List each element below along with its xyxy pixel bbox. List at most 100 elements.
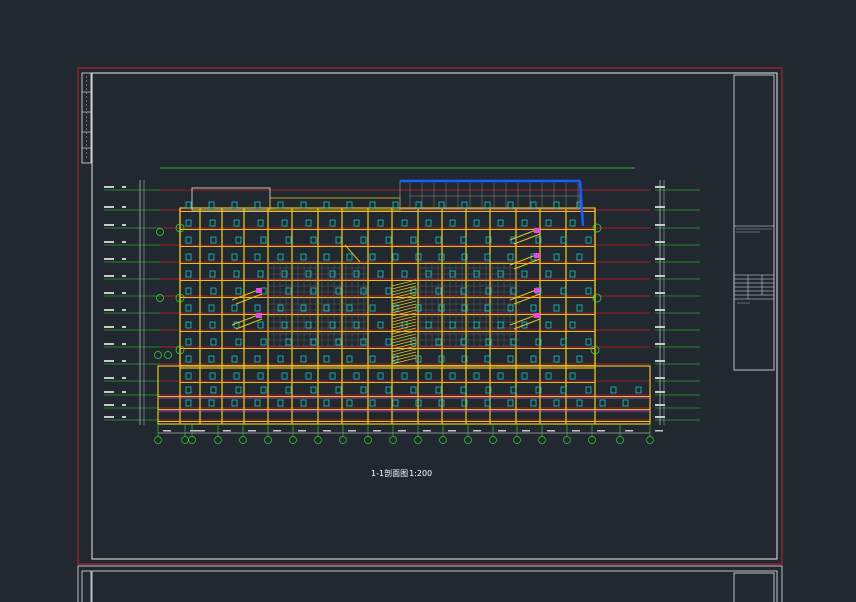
axis-bubble	[538, 436, 546, 444]
window	[185, 372, 192, 380]
window	[392, 399, 399, 407]
window	[560, 236, 567, 244]
window	[507, 253, 514, 261]
window	[435, 236, 442, 244]
grid-bubble	[156, 228, 164, 236]
stair-landing	[534, 288, 540, 293]
window	[235, 338, 242, 346]
window	[254, 201, 261, 209]
cad-viewport[interactable]: 1-1剖面图1:200	[0, 0, 856, 602]
axis-bubble	[464, 436, 472, 444]
axis-bubble	[264, 436, 272, 444]
stair-core	[391, 300, 417, 308]
stair-flight	[513, 293, 541, 305]
dimension-value	[398, 430, 406, 432]
window	[585, 338, 592, 346]
window	[277, 253, 284, 261]
window	[484, 355, 491, 363]
window	[277, 201, 284, 209]
level-label	[657, 186, 662, 188]
axis-bubble	[439, 436, 447, 444]
window	[305, 321, 312, 329]
window	[208, 355, 215, 363]
dimension-value	[323, 430, 331, 432]
level-label	[104, 343, 114, 345]
window	[233, 270, 240, 278]
dimension-value	[572, 430, 580, 432]
stair-core	[391, 306, 417, 314]
window	[599, 399, 606, 407]
window	[377, 270, 384, 278]
level-label	[104, 224, 114, 226]
window	[635, 386, 642, 394]
window	[401, 219, 408, 227]
building-section	[104, 167, 700, 444]
axis-bubble	[489, 436, 497, 444]
window	[569, 219, 576, 227]
window	[346, 253, 353, 261]
window	[460, 386, 467, 394]
window	[231, 201, 238, 209]
window	[530, 355, 537, 363]
dimension-value	[248, 430, 256, 432]
axis-bubble	[513, 436, 521, 444]
level-label	[122, 224, 126, 226]
window	[185, 219, 192, 227]
window	[435, 386, 442, 394]
window	[235, 236, 242, 244]
stair-core	[391, 321, 417, 329]
window	[329, 219, 336, 227]
window	[208, 399, 215, 407]
window	[377, 219, 384, 227]
window	[530, 304, 537, 312]
dimension-value	[348, 430, 356, 432]
level-label	[104, 258, 114, 260]
level-label	[122, 416, 126, 418]
level-label	[657, 206, 662, 208]
window	[576, 304, 583, 312]
dimension-value	[423, 430, 431, 432]
stair-core	[391, 348, 417, 356]
window	[560, 338, 567, 346]
axis-bubble	[214, 436, 222, 444]
window	[369, 304, 376, 312]
level-label	[104, 292, 114, 294]
level-label	[104, 404, 114, 406]
stair-core	[391, 297, 417, 305]
level-label	[104, 206, 114, 208]
window	[353, 372, 360, 380]
stair-flight	[509, 229, 537, 241]
window	[300, 253, 307, 261]
window	[545, 270, 552, 278]
level-label	[657, 224, 662, 226]
level-label	[104, 360, 114, 362]
axis-bubble	[289, 436, 297, 444]
level-label	[657, 360, 662, 362]
window	[585, 386, 592, 394]
window	[335, 236, 342, 244]
window	[360, 386, 367, 394]
window	[285, 386, 292, 394]
window	[392, 253, 399, 261]
window	[185, 287, 192, 295]
window	[510, 287, 517, 295]
window	[257, 270, 264, 278]
window	[208, 253, 215, 261]
level-label	[657, 258, 662, 260]
level-label	[122, 309, 126, 311]
window	[260, 338, 267, 346]
window	[300, 355, 307, 363]
window	[521, 270, 528, 278]
axis-bubble	[646, 436, 654, 444]
window	[497, 321, 504, 329]
window	[233, 372, 240, 380]
window	[385, 287, 392, 295]
stair-flight	[231, 314, 259, 326]
window	[553, 253, 560, 261]
window	[449, 372, 456, 380]
window	[385, 386, 392, 394]
axis-bubble	[616, 436, 624, 444]
stair-flight	[509, 314, 537, 326]
window	[438, 201, 445, 209]
window	[346, 399, 353, 407]
